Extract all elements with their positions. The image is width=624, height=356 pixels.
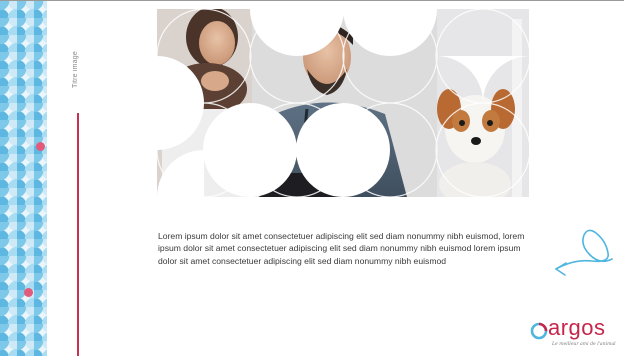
argos-logo: argos Le meilleur ami de l'animal: [530, 315, 622, 353]
photo-mosaic: [157, 9, 529, 197]
accent-vertical-line: [77, 113, 79, 356]
body-paragraph: Lorem ipsum dolor sit amet consectetuer …: [158, 231, 525, 266]
photo-mosaic-graphic: [157, 9, 529, 197]
image-title-label: Titre image: [72, 51, 79, 88]
pattern-accent-dot: [24, 288, 33, 297]
swirl-arrow-icon: [555, 229, 613, 276]
brand-name: argos: [548, 315, 606, 340]
pattern-accent-dot: [36, 142, 45, 151]
brand-tagline: Le meilleur ami de l'animal: [552, 342, 616, 347]
slide: Titre image Lorem ipsum dolor sit amet c…: [0, 0, 624, 356]
decorative-pattern-strip: [0, 1, 47, 356]
argos-logo-icon: [530, 322, 548, 340]
